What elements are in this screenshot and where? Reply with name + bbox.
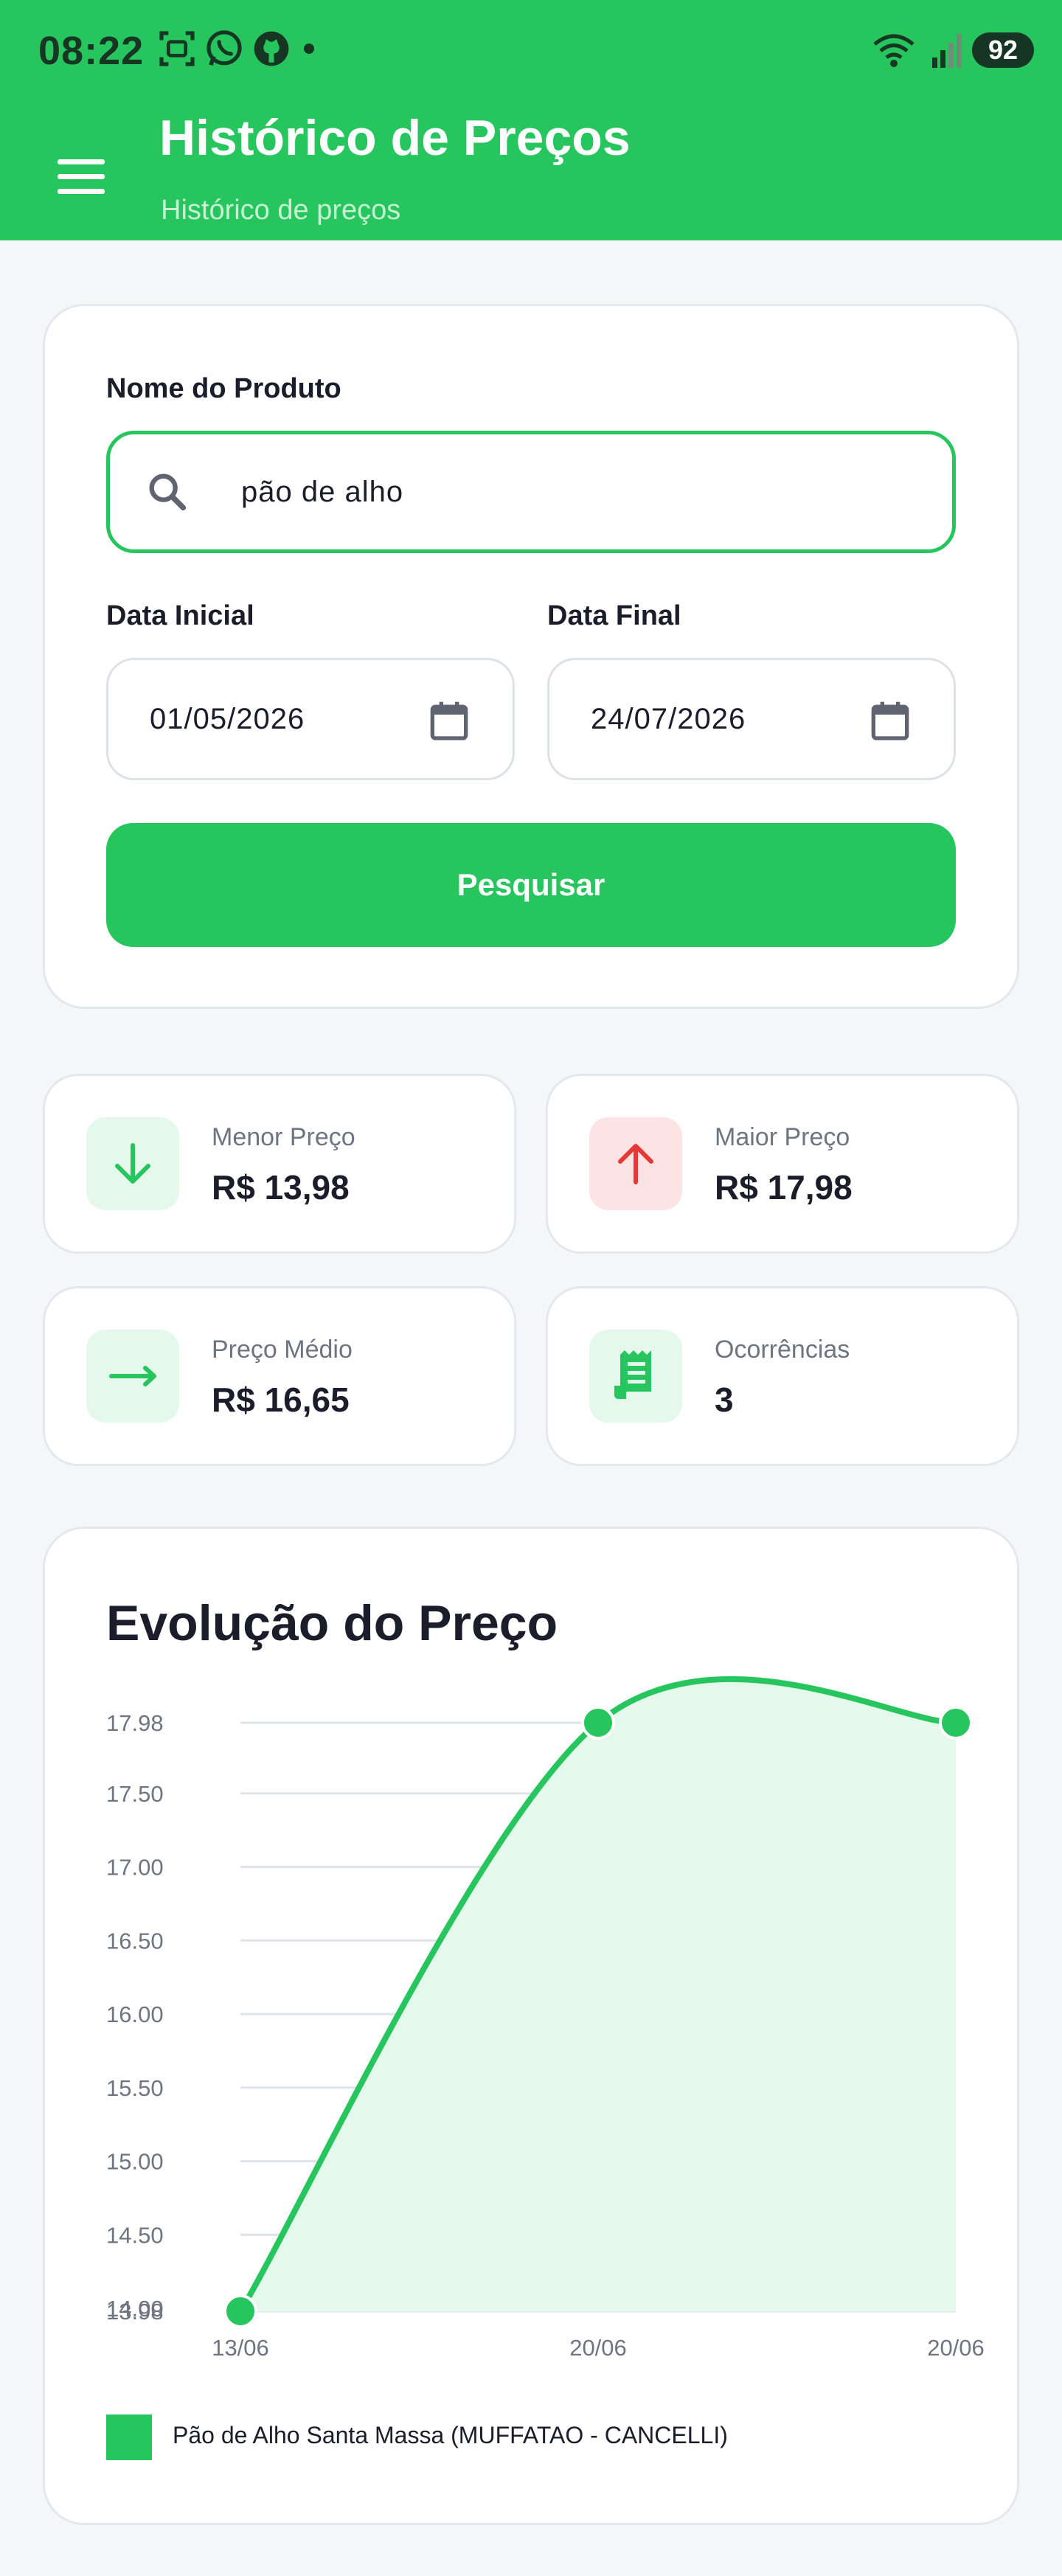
end-date-field[interactable]: 24/07/2026: [547, 658, 956, 780]
receipt-icon: [589, 1330, 682, 1423]
product-label: Nome do Produto: [106, 373, 341, 404]
x-tick-label: 20/06: [927, 2335, 985, 2361]
stat-label: Preço Médio: [212, 1336, 353, 1364]
status-time: 08:22: [38, 29, 145, 73]
y-tick-label: 17.00: [106, 1855, 164, 1881]
calendar-icon[interactable]: [867, 697, 914, 744]
y-tick-label: 14.50: [106, 2222, 164, 2248]
arrow-down-icon: [86, 1117, 179, 1210]
whatsapp-icon: [206, 30, 242, 66]
product-search-input[interactable]: pão de alho: [106, 431, 956, 553]
arrow-right-icon: [86, 1330, 179, 1423]
status-notification-icons: [156, 27, 320, 71]
data-point: [223, 2294, 257, 2328]
stat-card-max-price: Maior Preço R$ 17,98: [546, 1074, 1019, 1254]
page-subtitle: Histórico de preços: [161, 195, 401, 226]
product-input-value: pão de alho: [241, 476, 404, 508]
x-tick-label: 13/06: [212, 2335, 269, 2361]
search-button[interactable]: Pesquisar: [106, 823, 956, 947]
stat-label: Menor Preço: [212, 1123, 355, 1151]
search-icon: [149, 473, 187, 511]
stat-value: R$ 16,65: [212, 1381, 350, 1419]
battery-indicator: 92: [972, 32, 1034, 68]
hamburger-icon: [58, 159, 105, 164]
stat-card-min-price: Menor Preço R$ 13,98: [43, 1074, 516, 1254]
stat-value: 3: [715, 1381, 734, 1419]
github-icon: [254, 31, 289, 66]
legend-swatch: [106, 2414, 152, 2460]
menu-button[interactable]: [53, 153, 112, 199]
legend-label: Pão de Alho Santa Massa (MUFFATAO - CANC…: [173, 2422, 728, 2448]
data-point: [939, 1706, 973, 1740]
y-tick-label: 13.98: [106, 2299, 164, 2325]
signal-wifi-icon: [873, 34, 962, 68]
chart-title: Evolução do Preço: [106, 1595, 558, 1651]
y-tick-label: 16.00: [106, 2002, 164, 2027]
dot-icon: [304, 44, 314, 54]
y-tick-label: 17.98: [106, 1710, 164, 1736]
arrow-up-icon: [589, 1117, 682, 1210]
start-date-field[interactable]: 01/05/2026: [106, 658, 515, 780]
stat-label: Ocorrências: [715, 1336, 850, 1364]
start-date-value: 01/05/2026: [150, 703, 305, 735]
price-chart: 17.98 17.50 17.00 16.50 16.00 15.50 15.00 14.50…: [106, 1676, 985, 2361]
screenshot-icon: [159, 31, 195, 66]
y-tick-label: 15.50: [106, 2075, 164, 2101]
stat-card-occurrences: Ocorrências 3: [546, 1286, 1019, 1466]
calendar-icon[interactable]: [426, 697, 473, 744]
end-date-value: 24/07/2026: [591, 703, 746, 735]
end-date-label: Data Final: [547, 600, 681, 631]
y-tick-label: 17.50: [106, 1781, 164, 1807]
page-title: Histórico de Preços: [159, 110, 631, 166]
x-tick-label: 20/06: [569, 2335, 627, 2361]
start-date-label: Data Inicial: [106, 600, 254, 631]
stat-card-average-price: Preço Médio R$ 16,65: [43, 1286, 516, 1466]
stat-label: Maior Preço: [715, 1123, 850, 1151]
stat-value: R$ 17,98: [715, 1168, 853, 1207]
stat-value: R$ 13,98: [212, 1168, 350, 1207]
y-tick-label: 16.50: [106, 1928, 164, 1954]
data-point: [581, 1706, 615, 1740]
y-tick-label: 15.00: [106, 2149, 164, 2175]
series-area: [240, 1678, 956, 2311]
